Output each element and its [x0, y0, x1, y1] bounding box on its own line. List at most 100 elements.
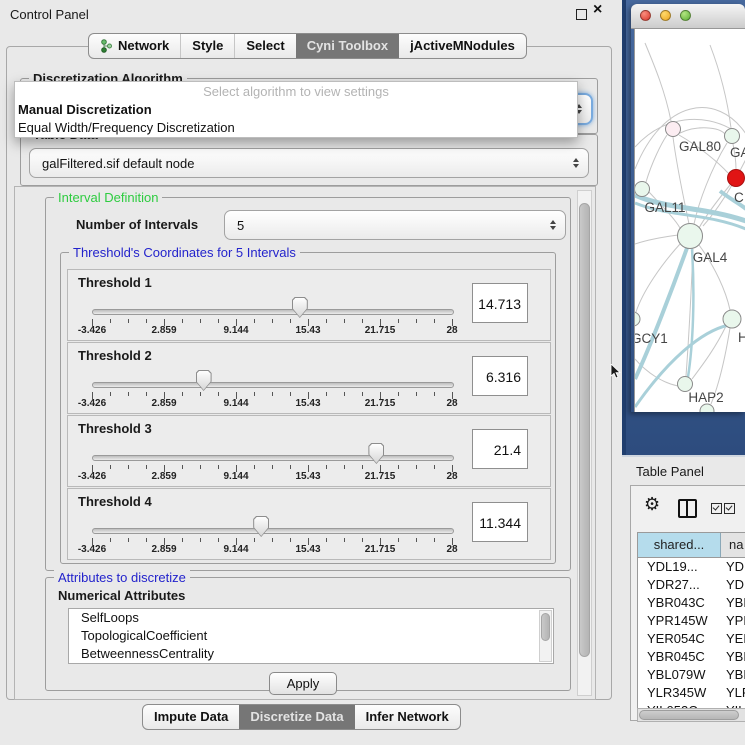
column-header-shared[interactable]: shared...: [638, 533, 721, 557]
tab-network[interactable]: Network: [89, 34, 180, 58]
algorithm-dropdown-popup: Select algorithm to view settings Manual…: [14, 81, 578, 138]
table-row[interactable]: YER054CYER0: [638, 630, 745, 648]
threshold-block: Threshold 1-3.4262.8599.14415.4321.71528…: [67, 269, 551, 341]
threshold-slider-track[interactable]: [92, 309, 454, 315]
table-row[interactable]: YBR043CYBR0: [638, 594, 745, 612]
number-of-intervals-combobox[interactable]: 5: [224, 210, 566, 240]
slider-tick: [146, 538, 147, 542]
tab-infer-network[interactable]: Infer Network: [355, 705, 460, 729]
tab-style[interactable]: Style: [180, 34, 234, 58]
node-red-selected[interactable]: [728, 170, 745, 187]
threshold-slider-track[interactable]: [92, 382, 454, 388]
network-icon: [100, 39, 113, 53]
slider-tick: [434, 465, 435, 469]
table-panel: ⚙ shared... na YDL19...YDL1YDR27...YDR2Y…: [630, 485, 745, 721]
slider-tick: [290, 392, 291, 396]
threshold-value-field[interactable]: 14.713: [472, 283, 528, 323]
slider-tick: [272, 465, 273, 469]
slider-tick: [344, 465, 345, 469]
node-label-gcy1: GCY1: [635, 331, 668, 346]
tab-select[interactable]: Select: [234, 34, 295, 58]
threshold-label: Threshold 1: [78, 275, 152, 290]
node-gal4[interactable]: [678, 224, 703, 249]
attribute-list-item[interactable]: SelfLoops: [69, 609, 553, 627]
algorithm-prompt-item[interactable]: Select algorithm to view settings: [15, 82, 577, 101]
minimize-traffic-light-icon[interactable]: [660, 10, 671, 21]
threshold-value-field[interactable]: 21.4: [472, 429, 528, 469]
node-label-hap2: HAP2: [688, 390, 723, 405]
slider-tick: [146, 465, 147, 469]
slider-tick-label: 15.43: [282, 325, 334, 336]
slider-tick: [398, 392, 399, 396]
slider-tick-label: 9.144: [210, 471, 262, 482]
network-graph: GAL80 GA C GAL11 GAL4 GCY1 H HAP2: [635, 29, 745, 412]
settings-scroll-viewport: Interval Definition Number of Intervals …: [14, 186, 596, 700]
node-gcy1[interactable]: [635, 312, 640, 326]
threshold-slider-track[interactable]: [92, 455, 454, 461]
algorithm-option[interactable]: Manual Discretization: [15, 101, 577, 119]
gear-icon[interactable]: ⚙: [644, 494, 660, 515]
table-row[interactable]: YLR345WYLR3: [638, 684, 745, 702]
table-row[interactable]: YBL079WYBL0: [638, 666, 745, 684]
slider-tick: [362, 319, 363, 323]
threshold-value-field[interactable]: 11.344: [472, 502, 528, 542]
attributes-list-scrollbar[interactable]: [539, 610, 552, 662]
slider-tick-label: 21.715: [354, 398, 406, 409]
checkbox-icon[interactable]: [711, 503, 722, 514]
node-top-right[interactable]: [725, 129, 740, 144]
node-right-h[interactable]: [723, 310, 741, 328]
tab-cyni-toolbox[interactable]: Cyni Toolbox: [296, 34, 399, 58]
threshold-block: Threshold 4-3.4262.8599.14415.4321.71528…: [67, 488, 551, 560]
network-window: GAL80 GA C GAL11 GAL4 GCY1 H HAP2: [631, 4, 745, 412]
slider-tick: [416, 319, 417, 323]
settings-vertical-scrollbar[interactable]: [577, 190, 592, 696]
network-window-titlebar[interactable]: [631, 4, 745, 29]
threshold-slider-thumb[interactable]: [196, 370, 212, 391]
columns-icon[interactable]: [678, 499, 697, 518]
node-gal80[interactable]: [666, 122, 681, 137]
threshold-coordinates-label: Threshold's Coordinates for 5 Intervals: [69, 245, 300, 260]
slider-tick: [290, 538, 291, 542]
table-horizontal-scrollbar[interactable]: [637, 708, 745, 722]
table-row[interactable]: YPR145WYPR1: [638, 612, 745, 630]
slider-tick-label: 28: [426, 398, 478, 409]
threshold-value-field[interactable]: 6.316: [472, 356, 528, 396]
slider-tick: [326, 538, 327, 542]
slider-tick-label: 15.43: [282, 471, 334, 482]
column-header-name[interactable]: na: [721, 533, 745, 557]
threshold-slider-track[interactable]: [92, 528, 454, 534]
close-icon[interactable]: ×: [593, 1, 602, 19]
scrollbar-thumb[interactable]: [639, 710, 739, 720]
attribute-list-item[interactable]: TopologicalCoefficient: [69, 627, 553, 645]
apply-button[interactable]: Apply: [269, 672, 337, 695]
table-data-combobox[interactable]: galFiltered.sif default node: [29, 148, 589, 178]
application-root: Control Panel × NetworkStyleSelectCyni T…: [0, 0, 745, 745]
tab-jactivemnodules[interactable]: jActiveMNodules: [399, 34, 526, 58]
table-row[interactable]: YDL19...YDL1: [638, 558, 745, 576]
slider-tick: [290, 319, 291, 323]
slider-tick-label: 9.144: [210, 398, 262, 409]
tab-impute-data[interactable]: Impute Data: [143, 705, 239, 729]
numerical-attributes-list[interactable]: SelfLoopsTopologicalCoefficientBetweenne…: [68, 608, 554, 664]
threshold-slider-thumb[interactable]: [368, 443, 384, 464]
slider-tick: [200, 392, 201, 396]
attribute-list-item[interactable]: BetweennessCentrality: [69, 645, 553, 663]
table-row[interactable]: YBR045CYBR0: [638, 648, 745, 666]
threshold-block: Threshold 2-3.4262.8599.14415.4321.71528…: [67, 342, 551, 414]
checkbox-icon[interactable]: [724, 503, 735, 514]
slider-tick: [218, 538, 219, 542]
algorithm-options: Manual DiscretizationEqual Width/Frequen…: [15, 101, 577, 137]
threshold-slider-thumb[interactable]: [292, 297, 308, 318]
close-traffic-light-icon[interactable]: [640, 10, 651, 21]
node-gal11[interactable]: [635, 182, 650, 197]
tab-discretize-data[interactable]: Discretize Data: [239, 705, 354, 729]
table-row[interactable]: YDR27...YDR2: [638, 576, 745, 594]
slider-tick: [362, 392, 363, 396]
algorithm-option[interactable]: Equal Width/Frequency Discretization: [15, 119, 577, 137]
float-window-icon[interactable]: [576, 9, 587, 20]
slider-tick: [416, 538, 417, 542]
node-bottom-partial[interactable]: [700, 404, 714, 412]
threshold-slider-thumb[interactable]: [253, 516, 269, 537]
zoom-traffic-light-icon[interactable]: [680, 10, 691, 21]
network-canvas[interactable]: GAL80 GA C GAL11 GAL4 GCY1 H HAP2: [634, 29, 745, 412]
